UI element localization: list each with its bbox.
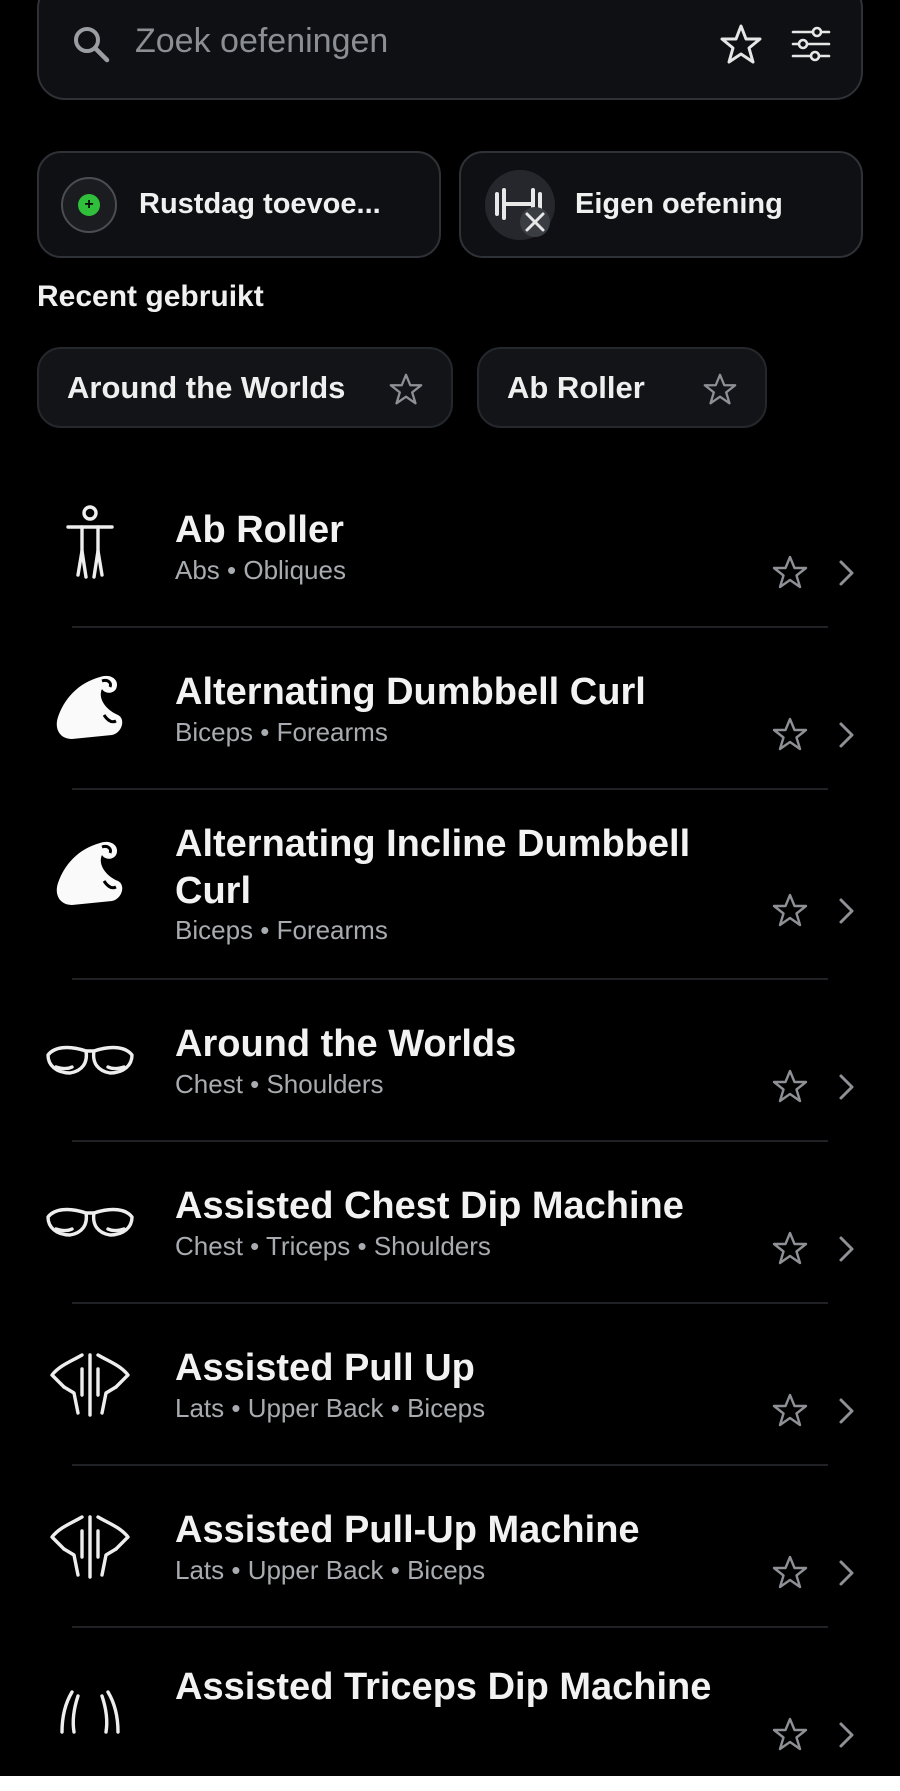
exercise-name: Around the Worlds <box>175 1023 517 1065</box>
row-divider <box>72 788 828 790</box>
chest-icon <box>42 1011 138 1107</box>
exercise-muscles: Lats • Upper Back • Biceps <box>175 1555 486 1585</box>
recent-chip[interactable]: Ab Roller <box>477 347 767 428</box>
favorite-star-icon[interactable] <box>770 1067 810 1107</box>
row-divider <box>72 1140 828 1142</box>
favorite-star-icon[interactable] <box>770 553 810 593</box>
row-divider <box>72 1626 828 1628</box>
body-figure-icon <box>42 497 138 593</box>
recent-chip[interactable]: Around the Worlds <box>37 347 453 428</box>
exercise-name: Assisted Pull-Up Machine <box>175 1509 640 1551</box>
favorite-star-icon[interactable] <box>770 1553 810 1593</box>
exercise-muscles: Biceps • Forearms <box>175 915 388 945</box>
recent-chip-label: Around the Worlds <box>67 369 346 405</box>
bicep-icon <box>42 659 138 755</box>
row-divider <box>72 626 828 628</box>
rest-day-icon: + <box>61 176 117 233</box>
favorite-star-icon[interactable] <box>770 1715 810 1755</box>
chevron-right-icon <box>834 718 860 752</box>
custom-exercise-button[interactable]: Eigen oefening <box>459 151 863 258</box>
search-input[interactable] <box>133 10 637 72</box>
back-icon <box>42 1335 138 1431</box>
add-rest-day-label: Rustdag toevoe... <box>139 188 381 220</box>
exercise-name: Assisted Pull Up <box>175 1347 475 1389</box>
add-rest-day-button[interactable]: + Rustdag toevoe... <box>37 151 441 258</box>
triceps-icon <box>42 1652 138 1748</box>
exercise-muscles: Biceps • Forearms <box>175 717 388 747</box>
exercise-muscles: Chest • Triceps • Shoulders <box>175 1231 491 1261</box>
bicep-icon <box>42 825 138 921</box>
row-divider <box>72 1302 828 1304</box>
chevron-right-icon <box>834 1232 860 1266</box>
exercise-name: Ab Roller <box>175 509 344 551</box>
filter-sliders-icon[interactable] <box>789 22 833 66</box>
recent-section-title: Recent gebruikt <box>37 280 264 313</box>
search-bar <box>37 0 863 100</box>
favorites-filter-star-icon[interactable] <box>719 22 763 66</box>
row-divider <box>72 978 828 980</box>
bottom-edge <box>0 1776 900 1791</box>
back-icon <box>42 1497 138 1593</box>
favorite-star-icon[interactable] <box>770 891 810 931</box>
favorite-star-icon[interactable] <box>770 715 810 755</box>
star-icon[interactable] <box>701 371 739 409</box>
custom-exercise-label: Eigen oefening <box>575 188 783 220</box>
chevron-right-icon <box>834 1556 860 1590</box>
exercise-name: Alternating Dumbbell Curl <box>175 671 646 713</box>
favorite-star-icon[interactable] <box>770 1391 810 1431</box>
star-icon[interactable] <box>387 371 425 409</box>
favorite-star-icon[interactable] <box>770 1229 810 1269</box>
exercise-name: Alternating Incline Dumbbell Curl <box>175 823 691 912</box>
dumbbell-tools-icon <box>485 169 555 240</box>
exercise-name: Assisted Chest Dip Machine <box>175 1185 684 1227</box>
row-divider <box>72 1464 828 1466</box>
chest-icon <box>42 1173 138 1269</box>
recent-chip-label: Ab Roller <box>507 369 645 405</box>
search-icon <box>74 27 110 63</box>
chevron-right-icon <box>834 1718 860 1752</box>
exercise-muscles: Chest • Shoulders <box>175 1069 384 1099</box>
chevron-right-icon <box>834 1070 860 1104</box>
chevron-right-icon <box>834 1394 860 1428</box>
chevron-right-icon <box>834 556 860 590</box>
exercise-muscles: Lats • Upper Back • Biceps <box>175 1393 486 1423</box>
exercise-picker-screen: + Rustdag toevoe... Eigen oefening <box>0 0 900 1776</box>
chevron-right-icon <box>834 894 860 928</box>
exercise-name: Assisted Triceps Dip Machine <box>175 1666 712 1708</box>
exercise-muscles: Abs • Obliques <box>175 555 346 585</box>
